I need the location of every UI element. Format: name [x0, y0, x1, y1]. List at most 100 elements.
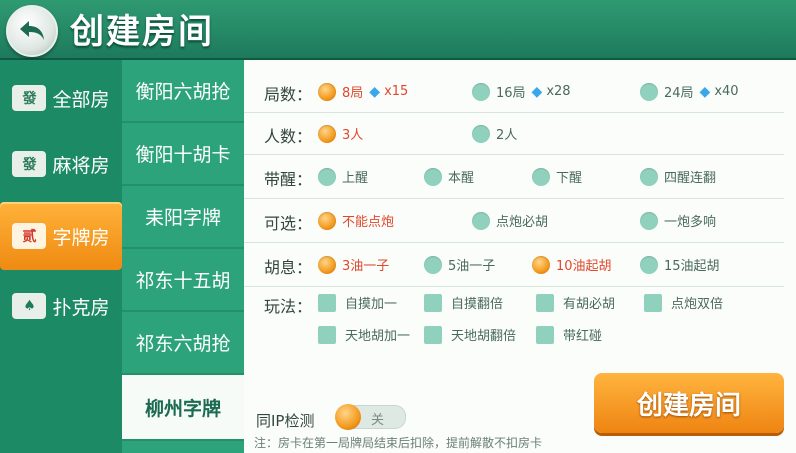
radio-icon — [472, 211, 490, 230]
option-label: 本醒 — [448, 171, 475, 186]
wake-label: 带醒： — [264, 170, 313, 189]
card-tiles-icon: 贰 — [12, 223, 47, 249]
ip-check-toggle[interactable]: 关 — [335, 404, 406, 430]
hu-option[interactable]: 3油一子 — [318, 255, 389, 274]
play-checkbox[interactable]: 点炮双倍 — [644, 293, 723, 312]
page-title: 创建房间 — [70, 12, 214, 52]
wake-option[interactable]: 本醒 — [424, 167, 474, 186]
wake-option[interactable]: 下醒 — [532, 167, 582, 186]
option-label: 3油一子 — [342, 259, 390, 274]
radio-selected-icon — [318, 211, 336, 230]
hu-option[interactable]: 10油起胡 — [532, 255, 612, 274]
game-item[interactable]: 祁东六胡抢 — [122, 312, 244, 375]
radio-icon — [532, 167, 550, 186]
radio-icon — [640, 167, 658, 186]
rounds-label: 局数： — [264, 85, 313, 104]
play-checkbox[interactable]: 自摸翻倍 — [424, 293, 503, 312]
play-checkbox[interactable]: 天地胡翻倍 — [424, 325, 516, 344]
play-checkbox[interactable]: 天地胡加一 — [318, 325, 410, 344]
option-label: 点炮必胡 — [496, 215, 549, 230]
checkbox-icon — [318, 293, 336, 312]
option-label: 下醒 — [556, 171, 583, 186]
radio-icon — [640, 211, 658, 230]
room-type-sidebar: 發 全部房 發 麻将房 贰 字牌房 ♠ 扑克房 — [0, 60, 122, 453]
radio-selected-icon — [318, 124, 336, 143]
radio-selected-icon — [532, 255, 550, 274]
rounds-option-24[interactable]: 24局 ◆ x40 — [640, 82, 739, 101]
game-item[interactable]: 衡阳六胡抢 — [122, 60, 244, 123]
option-label: 15油起胡 — [664, 259, 720, 274]
hu-row: 胡息： 3油一子 5油一子 10油起胡 15油起胡 — [244, 244, 784, 287]
sidebar-item-label: 全部房 — [52, 88, 110, 111]
option-label: 16局 — [496, 86, 526, 101]
rounds-option-8[interactable]: 8局 ◆ x15 — [318, 82, 408, 101]
radio-icon — [318, 167, 336, 186]
optional-option[interactable]: 不能点炮 — [318, 211, 394, 230]
players-option-2[interactable]: 2人 — [472, 124, 517, 143]
sidebar-item-all[interactable]: 發 全部房 — [0, 64, 122, 132]
rounds-row: 局数： 8局 ◆ x15 16局 ◆ x28 24局 ◆ x40 — [244, 72, 784, 113]
players-option-3[interactable]: 3人 — [318, 124, 363, 143]
radio-selected-icon — [318, 82, 336, 101]
checkbox-icon — [318, 325, 336, 344]
play-checkbox[interactable]: 带红碰 — [536, 325, 602, 344]
option-label: 点炮双倍 — [671, 297, 724, 312]
option-label: 5油一子 — [448, 259, 496, 274]
diamond-icon: ◆ — [531, 83, 543, 100]
game-item[interactable]: 衡阳十胡卡 — [122, 123, 244, 186]
sidebar-item-mahjong[interactable]: 發 麻将房 — [0, 130, 122, 198]
mahjong-tile-icon: 發 — [12, 151, 47, 177]
play-checkbox[interactable]: 有胡必胡 — [536, 293, 615, 312]
option-label: 天地胡翻倍 — [451, 329, 517, 344]
option-label: 10油起胡 — [556, 259, 612, 274]
hu-label: 胡息： — [264, 258, 313, 277]
game-item[interactable]: 耒阳字牌 — [122, 186, 244, 249]
sidebar-item-poker[interactable]: ♠ 扑克房 — [0, 272, 122, 340]
radio-icon — [472, 82, 490, 101]
option-label: 天地胡加一 — [345, 329, 411, 344]
cost-label: x15 — [384, 84, 409, 99]
hu-option[interactable]: 5油一子 — [424, 255, 495, 274]
header-bar: 创建房间 — [0, 0, 796, 60]
option-label: 一炮多响 — [664, 215, 717, 230]
option-label: 不能点炮 — [342, 215, 395, 230]
option-label: 四醒连翻 — [664, 171, 717, 186]
radio-icon — [424, 255, 442, 274]
wake-option[interactable]: 上醒 — [318, 167, 368, 186]
cost-label: x28 — [546, 84, 571, 99]
option-label: 带红碰 — [563, 329, 603, 344]
wake-option[interactable]: 四醒连翻 — [640, 167, 716, 186]
sidebar-item-zipai[interactable]: 贰 字牌房 — [0, 202, 122, 270]
optional-option[interactable]: 点炮必胡 — [472, 211, 548, 230]
option-label: 自摸翻倍 — [451, 297, 504, 312]
play-label: 玩法： — [264, 297, 313, 316]
optional-row: 可选： 不能点炮 点炮必胡 一炮多响 — [244, 200, 784, 243]
checkbox-icon — [536, 325, 554, 344]
diamond-icon: ◆ — [369, 83, 381, 100]
radio-icon — [472, 124, 490, 143]
optional-option[interactable]: 一炮多响 — [640, 211, 716, 230]
cost-label: x40 — [714, 84, 739, 99]
option-label: 上醒 — [342, 171, 369, 186]
back-button[interactable] — [6, 5, 58, 57]
game-item[interactable]: 祁东十五胡 — [122, 249, 244, 312]
option-label: 2人 — [496, 128, 518, 143]
option-label: 有胡必胡 — [563, 297, 616, 312]
option-label: 8局 — [342, 86, 364, 101]
play-checkbox[interactable]: 自摸加一 — [318, 293, 397, 312]
hu-option[interactable]: 15油起胡 — [640, 255, 720, 274]
create-room-button[interactable]: 创建房间 — [594, 373, 784, 433]
checkbox-icon — [644, 293, 662, 312]
players-label: 人数： — [264, 127, 313, 146]
rounds-option-16[interactable]: 16局 ◆ x28 — [472, 82, 571, 101]
toggle-state-label: 关 — [371, 413, 385, 428]
optional-label: 可选： — [264, 214, 313, 233]
radio-icon — [424, 167, 442, 186]
option-label: 24局 — [664, 86, 694, 101]
radio-icon — [640, 82, 658, 101]
checkbox-icon — [424, 293, 442, 312]
sidebar-item-label: 扑克房 — [52, 296, 110, 319]
checkbox-icon — [424, 325, 442, 344]
game-item-selected[interactable]: 柳州字牌 — [122, 375, 244, 441]
players-row: 人数： 3人 2人 — [244, 114, 784, 155]
